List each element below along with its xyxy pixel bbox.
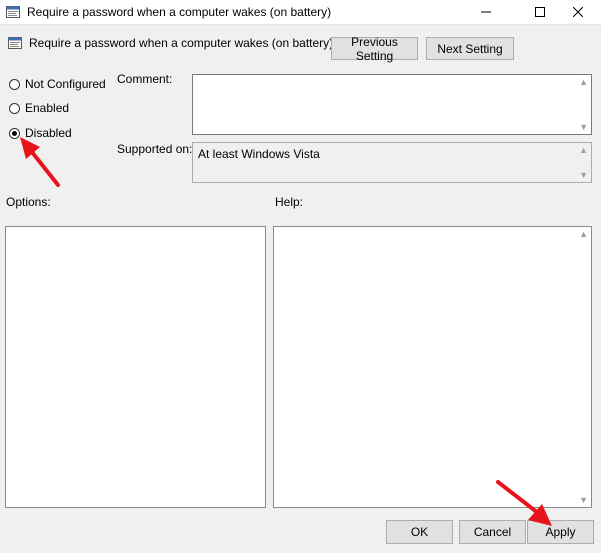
help-pane[interactable]: ▲ ▼ (273, 226, 592, 508)
policy-name: Require a password when a computer wakes… (29, 36, 334, 50)
scroll-down-icon[interactable]: ▼ (579, 495, 588, 505)
minimize-button[interactable] (463, 0, 509, 24)
close-button[interactable] (555, 0, 601, 24)
minimize-icon (481, 11, 491, 13)
close-icon (573, 7, 583, 17)
policy-settings-icon (6, 6, 20, 18)
options-pane (5, 226, 266, 508)
comment-textbox[interactable]: ▲ ▼ (192, 74, 592, 135)
supported-on-field: At least Windows Vista ▲ ▼ (192, 142, 592, 183)
scroll-up-icon[interactable]: ▲ (579, 229, 588, 239)
scroll-down-icon[interactable]: ▼ (579, 170, 588, 180)
next-setting-button[interactable]: Next Setting (426, 37, 514, 60)
radio-enabled-circle[interactable] (9, 102, 20, 114)
options-label: Options: (6, 195, 51, 209)
scroll-down-icon[interactable]: ▼ (579, 122, 588, 132)
scroll-up-icon[interactable]: ▲ (579, 145, 588, 155)
title-bar: Require a password when a computer wakes… (0, 0, 601, 25)
annotation-arrow-disabled (20, 137, 60, 187)
window-title: Require a password when a computer wakes… (27, 5, 332, 19)
ok-button[interactable]: OK (386, 520, 453, 544)
comment-label: Comment: (117, 72, 173, 86)
supported-on-value: At least Windows Vista (198, 147, 320, 161)
radio-not-configured-circle[interactable] (9, 78, 20, 90)
annotation-arrow-apply (496, 480, 552, 526)
supported-on-label: Supported on: (117, 142, 193, 156)
policy-settings-icon (8, 37, 22, 49)
radio-not-configured-label: Not Configured (25, 77, 106, 91)
scroll-up-icon[interactable]: ▲ (579, 77, 588, 87)
radio-not-configured[interactable]: Not Configured (9, 77, 106, 91)
maximize-icon (535, 7, 545, 17)
radio-enabled-label: Enabled (25, 101, 70, 115)
help-label: Help: (275, 195, 304, 209)
radio-enabled[interactable]: Enabled (9, 101, 69, 115)
previous-setting-button[interactable]: Previous Setting (331, 35, 418, 63)
